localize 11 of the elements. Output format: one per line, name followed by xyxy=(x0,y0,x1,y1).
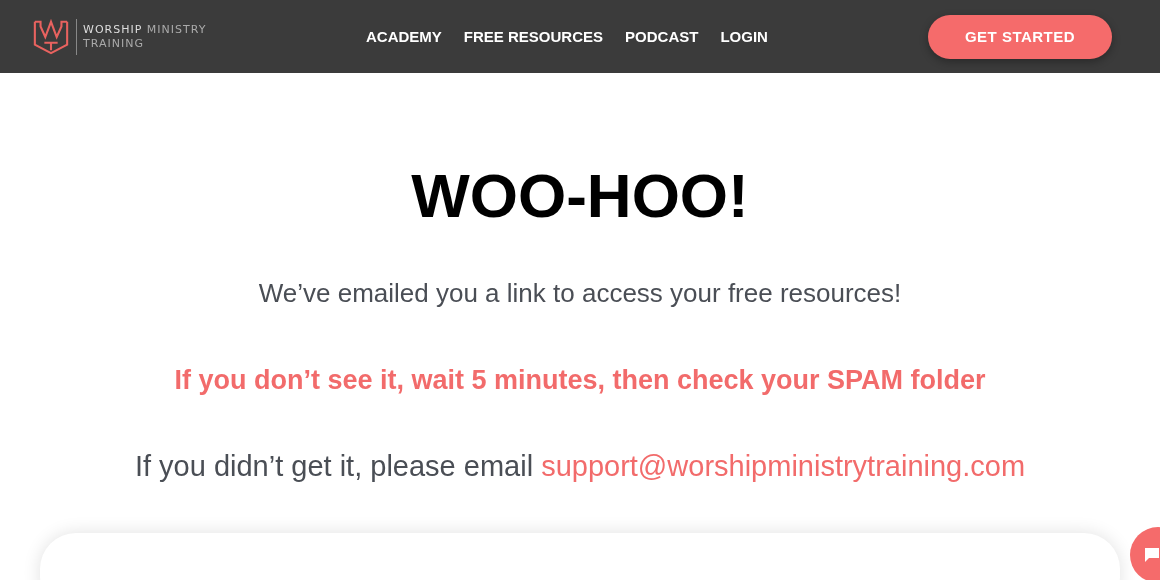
nav-link[interactable]: LOGIN xyxy=(720,28,768,45)
nav-link[interactable]: FREE RESOURCES xyxy=(463,28,604,45)
logo-text: TRAINING xyxy=(83,36,145,51)
support-text: If you didn’t get it, please email xyxy=(134,450,534,482)
confirmation-message: We’ve emailed you a link to access your free resources! xyxy=(258,277,902,310)
nav-link[interactable]: ACADEMY xyxy=(366,28,442,45)
chat-icon xyxy=(1144,547,1160,563)
nav-link[interactable]: PODCAST xyxy=(625,28,699,45)
page-heading: WOO-HOO! xyxy=(411,161,749,231)
logo-text: WORSHIP MINISTRY xyxy=(83,22,207,37)
spam-warning: If you don’t see it, wait 5 minutes, then check your SPAM folder xyxy=(174,364,986,397)
